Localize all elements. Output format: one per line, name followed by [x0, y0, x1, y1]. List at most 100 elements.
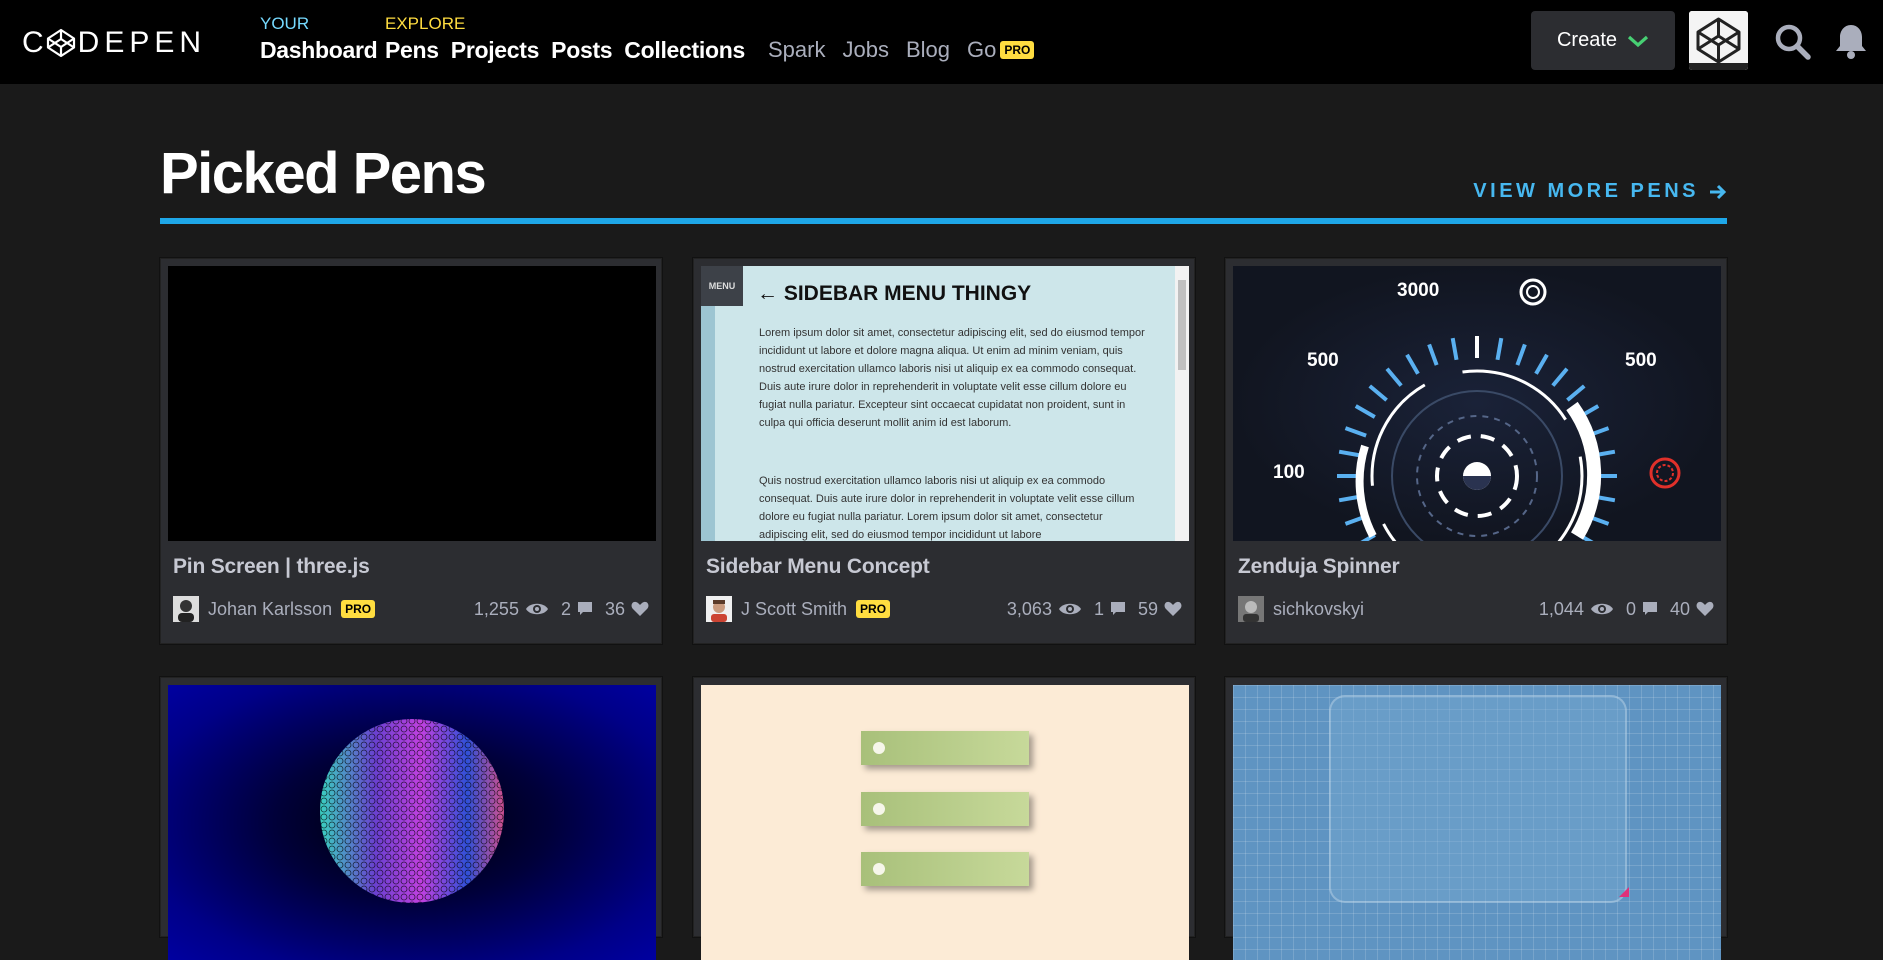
likes-stat[interactable]: 40 — [1670, 599, 1714, 620]
secondary-nav: Spark Jobs Blog Go PRO — [768, 36, 1035, 64]
user-avatar-image-icon — [1689, 11, 1748, 70]
author-avatar-image-icon — [706, 596, 732, 622]
nav-jobs[interactable]: Jobs — [842, 36, 888, 64]
likes-stat[interactable]: 36 — [605, 599, 649, 620]
author-avatar[interactable] — [1238, 596, 1264, 622]
pen-stats: 1,255 2 36 — [474, 599, 649, 620]
nav-spark[interactable]: Spark — [768, 36, 825, 64]
eye-icon — [525, 603, 548, 615]
eye-icon — [1590, 603, 1613, 615]
heart-icon — [1164, 601, 1182, 616]
resize-corner-icon — [1619, 887, 1629, 897]
pen-card — [160, 677, 662, 960]
nav-posts[interactable]: Posts — [551, 35, 612, 65]
pen-preview[interactable] — [701, 685, 1189, 960]
preview-paragraph: Lorem ipsum dolor sit amet, consectetur … — [759, 327, 1145, 429]
explore-caption: EXPLORE — [385, 14, 466, 33]
nav-go-link[interactable]: Go — [967, 36, 996, 64]
views-stat: 1,255 — [474, 599, 549, 620]
preview-panel — [1329, 695, 1627, 903]
pen-title[interactable]: Pin Screen | three.js — [173, 555, 370, 579]
search-icon[interactable] — [1773, 22, 1813, 62]
preview-menu-tab: MENU — [701, 266, 743, 306]
author-avatar-image-icon — [173, 596, 199, 622]
chevron-down-icon — [1627, 35, 1649, 47]
view-more-label: VIEW MORE PENS — [1473, 180, 1699, 202]
author-name[interactable]: sichkovskyi — [1273, 599, 1364, 620]
author-avatar-image-icon — [1238, 596, 1264, 622]
nav-blog[interactable]: Blog — [906, 36, 950, 64]
heart-icon — [631, 601, 649, 616]
speedo-label: 500 — [1307, 350, 1339, 371]
pen-preview[interactable] — [1233, 685, 1721, 960]
pen-stats: 1,044 0 40 — [1539, 599, 1714, 620]
author-avatar[interactable] — [706, 596, 732, 622]
pen-stats: 3,063 1 59 — [1007, 599, 1182, 620]
nav-dashboard[interactable]: Dashboard — [260, 35, 378, 65]
sphere-graphic-icon — [320, 719, 504, 903]
eye-icon — [1058, 603, 1081, 615]
nav-your-group: YOUR Dashboard — [260, 14, 378, 65]
pen-meta: Johan Karlsson PRO 1,255 2 36 — [173, 595, 649, 623]
nav-projects[interactable]: Projects — [451, 35, 540, 65]
comments-stat[interactable]: 1 — [1094, 599, 1126, 620]
codepen-cube-icon — [46, 28, 75, 58]
author-avatar[interactable] — [173, 596, 199, 622]
spinner-preview: 3000 500 500 100 — [1233, 266, 1721, 541]
author-name[interactable]: Johan Karlsson — [208, 599, 332, 620]
preview-tag — [861, 792, 1029, 826]
nav-pens[interactable]: Pens — [385, 35, 439, 65]
preview-heading: ← SIDEBAR MENU THINGY — [757, 282, 1032, 305]
preview-paragraph: Quis nostrud exercitation ullamco labori… — [759, 475, 1135, 541]
comments-stat[interactable]: 2 — [561, 599, 593, 620]
pen-preview[interactable]: 3000 500 500 100 — [1233, 266, 1721, 541]
comments-count: 2 — [560, 598, 571, 619]
speedometer-graphic-icon — [1233, 266, 1721, 541]
comments-count: 0 — [1625, 598, 1636, 619]
pen-preview[interactable] — [168, 685, 656, 960]
comment-icon — [577, 602, 592, 615]
nav-explore-group: EXPLORE Pens Projects Posts Collections — [385, 14, 745, 65]
view-more-pens-link[interactable]: VIEW MORE PENS — [1473, 180, 1727, 203]
tag-hole — [873, 863, 885, 875]
speedo-label: 100 — [1273, 462, 1305, 483]
sidebar-preview: MENU ← SIDEBAR MENU THINGY Lorem ipsum d… — [701, 266, 1189, 541]
pen-title[interactable]: Zenduja Spinner — [1238, 555, 1400, 579]
top-bar: C DEPEN YOUR Dashboard EXPLORE Pens Proj… — [0, 0, 1883, 84]
views-stat: 1,044 — [1539, 599, 1614, 620]
comment-icon — [1110, 602, 1125, 615]
pen-card: MENU ← SIDEBAR MENU THINGY Lorem ipsum d… — [693, 258, 1195, 644]
sphere-preview — [168, 685, 656, 960]
codepen-logo[interactable]: C DEPEN — [22, 26, 206, 60]
bell-icon[interactable] — [1833, 22, 1869, 60]
pen-card: 3000 500 500 100 Zenduja Spinner sichkov… — [1225, 258, 1727, 644]
tag-hole — [873, 742, 885, 754]
pen-card — [693, 677, 1195, 960]
likes-stat[interactable]: 59 — [1138, 599, 1182, 620]
author-name[interactable]: J Scott Smith — [741, 599, 847, 620]
author-pro-badge: PRO — [341, 600, 376, 618]
preview-tag — [861, 852, 1029, 886]
comment-icon — [1642, 602, 1657, 615]
pen-card — [1225, 677, 1727, 960]
go-pro-badge: PRO — [1000, 41, 1035, 59]
nav-collections[interactable]: Collections — [624, 35, 745, 65]
comments-stat[interactable]: 0 — [1626, 599, 1658, 620]
heart-icon — [1696, 601, 1714, 616]
likes-count: 40 — [1669, 598, 1690, 619]
create-button[interactable]: Create — [1531, 11, 1675, 70]
pen-preview[interactable] — [168, 266, 656, 541]
nav-go[interactable]: Go PRO — [967, 36, 1035, 64]
user-avatar[interactable] — [1689, 11, 1748, 70]
speedo-label: 500 — [1625, 350, 1657, 371]
preview-tag — [861, 731, 1029, 765]
pen-preview[interactable]: MENU ← SIDEBAR MENU THINGY Lorem ipsum d… — [701, 266, 1189, 541]
arrow-right-icon — [1710, 184, 1727, 199]
pen-title[interactable]: Sidebar Menu Concept — [706, 555, 930, 579]
likes-count: 59 — [1137, 598, 1158, 619]
views-count: 1,255 — [473, 598, 519, 619]
pen-meta: sichkovskyi 1,044 0 40 — [1238, 595, 1714, 623]
tag-hole — [873, 803, 885, 815]
speedo-label: 3000 — [1397, 280, 1440, 301]
author-pro-badge: PRO — [856, 600, 891, 618]
